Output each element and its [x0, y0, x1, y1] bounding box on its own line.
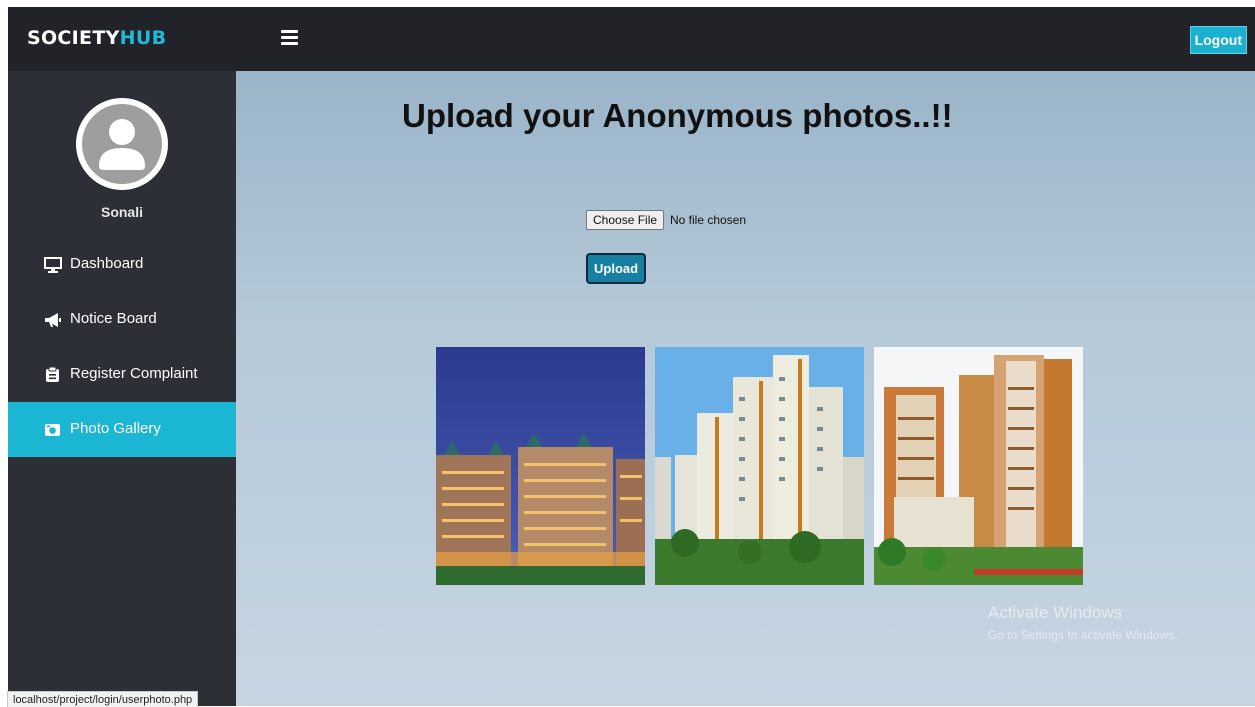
choose-file-button[interactable]: Choose File	[586, 210, 665, 230]
brand-logo[interactable]: SOCIETYHUB	[27, 27, 166, 49]
activate-windows-watermark: Activate Windows	[988, 603, 1123, 622]
browser-status-url: localhost/project/login/userphoto.php	[7, 691, 199, 707]
sidebar-item-notice-board[interactable]: Notice Board	[8, 292, 236, 347]
camera-icon	[44, 422, 62, 438]
sidebar-item-photo-gallery[interactable]: Photo Gallery	[8, 402, 236, 457]
gallery-photo-1[interactable]	[436, 347, 645, 585]
monitor-icon	[44, 257, 62, 273]
gallery-photo-2[interactable]	[655, 347, 864, 585]
sidebar-item-label: Notice Board	[70, 310, 157, 327]
sidebar-item-label: Register Complaint	[70, 365, 198, 382]
sidebar-item-label: Photo Gallery	[70, 420, 161, 437]
user-name: Sonali	[100, 204, 143, 220]
app-window: SOCIETYHUB Logout Sonali Dashboard Notic…	[8, 7, 1255, 706]
sidebar-item-label: Dashboard	[70, 255, 144, 272]
file-status-text: No file chosen	[670, 213, 747, 227]
complaint-icon	[44, 366, 62, 383]
gallery-photo-3[interactable]	[874, 347, 1083, 585]
sidebar: Sonali Dashboard Notice Board Register C…	[8, 71, 236, 706]
sidebar-item-dashboard[interactable]: Dashboard	[8, 237, 236, 292]
brand-logo-part1: SOCIETY	[27, 27, 120, 49]
brand-logo-part2: HUB	[119, 27, 167, 49]
avatar	[76, 98, 168, 190]
hamburger-menu-icon[interactable]	[281, 30, 298, 45]
page-title: Upload your Anonymous photos..!!	[402, 97, 953, 134]
sidebar-item-register-complaint[interactable]: Register Complaint	[8, 347, 236, 402]
megaphone-icon	[44, 312, 62, 328]
main-content: Upload your Anonymous photos..!! Choose …	[236, 71, 1255, 706]
upload-button[interactable]: Upload	[586, 253, 647, 284]
top-navbar: SOCIETYHUB Logout	[8, 7, 1255, 71]
user-avatar-icon	[82, 104, 162, 184]
activate-windows-hint: Go to Settings to activate Windows.	[988, 628, 1178, 642]
logout-button[interactable]: Logout	[1189, 26, 1247, 54]
